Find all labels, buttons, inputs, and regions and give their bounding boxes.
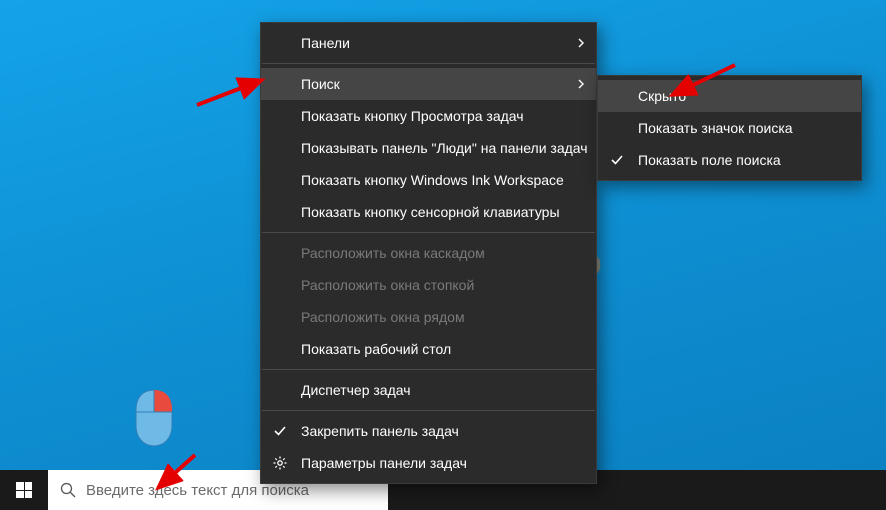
search-icon: [60, 482, 76, 498]
menu-item-label: Показать кнопку сенсорной клавиатуры: [301, 204, 560, 220]
menu-item[interactable]: Показывать панель "Люди" на панели задач: [261, 132, 596, 164]
menu-separator: [262, 63, 595, 64]
taskbar-context-menu: Панели Поиск Показать кнопку Просмотра зад…: [260, 22, 597, 484]
menu-item[interactable]: Показать кнопку Просмотра задач: [261, 100, 596, 132]
submenu-item[interactable]: Скрыто: [598, 80, 861, 112]
menu-item: Расположить окна каскадом: [261, 237, 596, 269]
menu-item-label: Диспетчер задач: [301, 382, 411, 398]
chevron-right-icon: [578, 79, 584, 89]
start-button[interactable]: [0, 470, 48, 510]
menu-item[interactable]: Показать кнопку сенсорной клавиатуры: [261, 196, 596, 228]
menu-item-label: Расположить окна стопкой: [301, 277, 474, 293]
menu-item[interactable]: Показать кнопку Windows Ink Workspace: [261, 164, 596, 196]
windows-logo-icon: [16, 482, 32, 498]
menu-item-label: Показывать панель "Люди" на панели задач: [301, 140, 588, 156]
rightclick-mouse-illustration: [132, 388, 176, 448]
search-submenu: Скрыто Показать значок поиска Показать пол…: [597, 75, 862, 181]
menu-item[interactable]: Поиск: [261, 68, 596, 100]
menu-separator: [262, 232, 595, 233]
submenu-item-label: Показать поле поиска: [638, 152, 781, 168]
menu-item-label: Показать кнопку Просмотра задач: [301, 108, 524, 124]
menu-item-label: Показать кнопку Windows Ink Workspace: [301, 172, 564, 188]
search-input[interactable]: [86, 482, 376, 499]
menu-item: Расположить окна рядом: [261, 301, 596, 333]
menu-item[interactable]: Показать рабочий стол: [261, 333, 596, 365]
menu-item-label: Панели: [301, 35, 350, 51]
menu-item[interactable]: Параметры панели задач: [261, 447, 596, 479]
menu-item-label: Поиск: [301, 76, 340, 92]
check-icon: [610, 153, 624, 167]
check-icon: [273, 424, 287, 438]
menu-item-label: Закрепить панель задач: [301, 423, 459, 439]
menu-item[interactable]: Панели: [261, 27, 596, 59]
menu-item-label: Расположить окна каскадом: [301, 245, 485, 261]
submenu-item-label: Показать значок поиска: [638, 120, 793, 136]
menu-item-label: Расположить окна рядом: [301, 309, 465, 325]
submenu-item[interactable]: Показать значок поиска: [598, 112, 861, 144]
submenu-item-label: Скрыто: [638, 88, 686, 104]
gear-icon: [273, 456, 287, 470]
menu-item: Расположить окна стопкой: [261, 269, 596, 301]
menu-item-label: Параметры панели задач: [301, 455, 467, 471]
menu-item[interactable]: Диспетчер задач: [261, 374, 596, 406]
menu-item[interactable]: Закрепить панель задач: [261, 415, 596, 447]
menu-separator: [262, 410, 595, 411]
menu-separator: [262, 369, 595, 370]
submenu-item[interactable]: Показать поле поиска: [598, 144, 861, 176]
menu-item-label: Показать рабочий стол: [301, 341, 451, 357]
chevron-right-icon: [578, 38, 584, 48]
